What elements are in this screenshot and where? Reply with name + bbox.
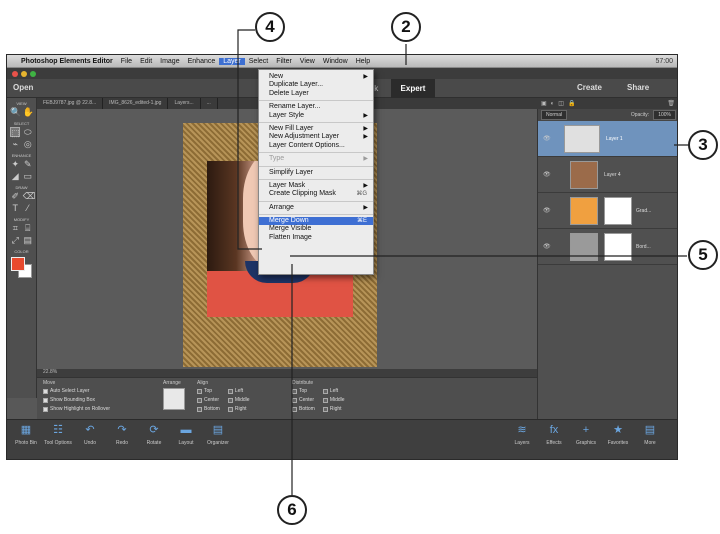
figure: Photoshop Elements Editor File Edit Image E… <box>0 0 720 534</box>
callout-4-leader <box>237 29 262 250</box>
callout-6: 6 <box>277 495 307 525</box>
callout-4: 4 <box>255 12 285 42</box>
foreground-color-swatch[interactable] <box>10 257 25 271</box>
callout-lines <box>237 29 701 495</box>
callout-3: 3 <box>688 130 718 160</box>
callout-2: 2 <box>391 12 421 42</box>
callout-5: 5 <box>688 240 718 270</box>
